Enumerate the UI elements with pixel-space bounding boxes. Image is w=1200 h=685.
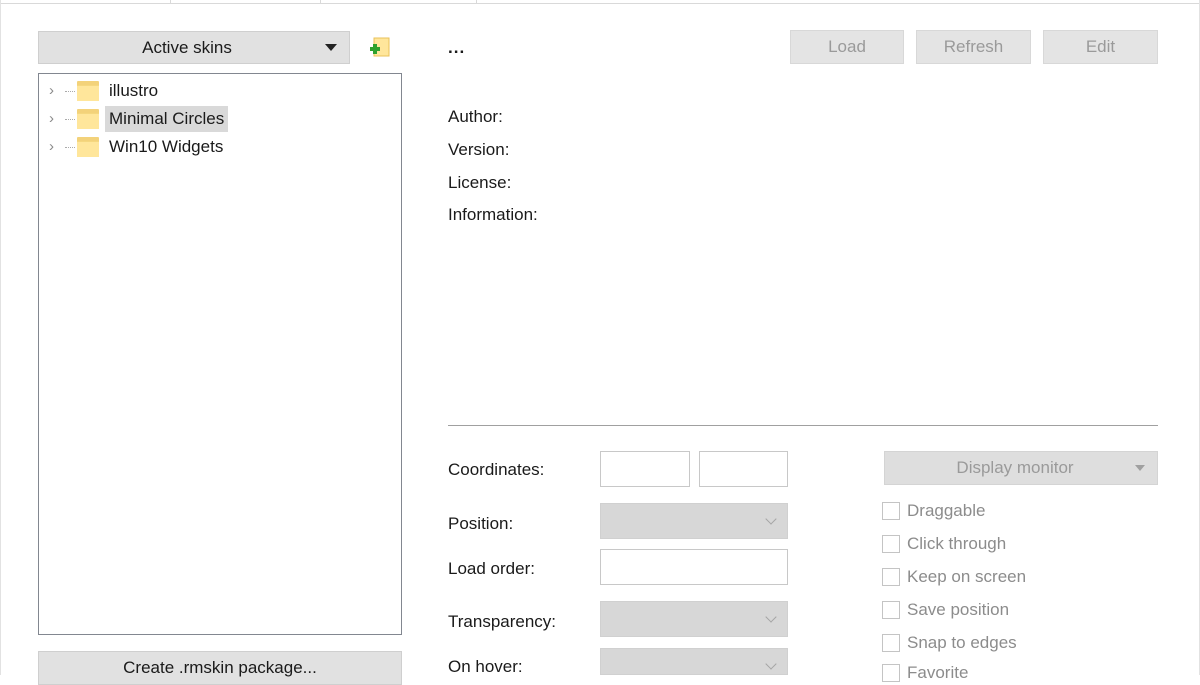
- checkbox-label: Draggable: [907, 501, 986, 520]
- tree-item-minimal-circles[interactable]: › Minimal Circles: [39, 105, 229, 133]
- tree-item-win10-widgets[interactable]: › Win10 Widgets: [39, 133, 227, 161]
- display-monitor-label: Display monitor: [956, 458, 1074, 477]
- transparency-label: Transparency:: [448, 612, 557, 631]
- chevron-right-icon[interactable]: ›: [49, 111, 65, 127]
- on-hover-label: On hover:: [448, 657, 523, 676]
- information-label: Information:: [448, 205, 538, 224]
- refresh-button[interactable]: Refresh: [916, 30, 1031, 64]
- chevron-down-icon: [765, 611, 777, 623]
- chevron-down-icon: [325, 44, 337, 51]
- chevron-down-icon: [765, 658, 777, 670]
- chevron-right-icon[interactable]: ›: [49, 139, 65, 155]
- save-position-checkbox[interactable]: Save position: [882, 600, 1009, 620]
- edit-button[interactable]: Edit: [1043, 30, 1158, 64]
- checkbox-box[interactable]: [882, 502, 900, 520]
- load-order-label: Load order:: [448, 559, 535, 578]
- keep-on-screen-checkbox[interactable]: Keep on screen: [882, 567, 1026, 587]
- skin-title: ...: [448, 38, 466, 57]
- coordinate-x-input[interactable]: [600, 451, 690, 487]
- tree-item-label: illustro: [109, 81, 159, 100]
- position-select[interactable]: [600, 503, 788, 539]
- checkbox-label: Snap to edges: [907, 633, 1017, 652]
- snap-to-edges-checkbox[interactable]: Snap to edges: [882, 633, 1017, 653]
- tree-connector: [65, 90, 75, 92]
- position-label: Position:: [448, 514, 514, 533]
- coordinates-label: Coordinates:: [448, 460, 545, 479]
- skins-tree[interactable]: › illustro › Minimal Circles › Win10 Wid…: [38, 73, 402, 635]
- license-label: License:: [448, 173, 512, 192]
- tree-connector: [65, 118, 75, 120]
- folder-icon: [77, 81, 99, 101]
- folder-icon: [77, 109, 99, 129]
- active-skins-dropdown[interactable]: Active skins: [38, 31, 350, 64]
- checkbox-box[interactable]: [882, 535, 900, 553]
- tab-divider: [476, 0, 477, 4]
- add-skin-icon[interactable]: [368, 36, 392, 60]
- tab-divider: [170, 0, 171, 4]
- checkbox-label: Favorite: [907, 663, 969, 682]
- checkbox-label: Keep on screen: [907, 567, 1027, 586]
- create-rmskin-button[interactable]: Create .rmskin package...: [38, 651, 402, 685]
- on-hover-select[interactable]: [600, 648, 788, 675]
- checkbox-box[interactable]: [882, 664, 900, 682]
- display-monitor-dropdown[interactable]: Display monitor: [884, 451, 1158, 485]
- version-label: Version:: [448, 140, 510, 159]
- coordinate-y-input[interactable]: [699, 451, 788, 487]
- window-border-left: [0, 0, 1, 675]
- tab-strip-edge: [0, 0, 1200, 4]
- tree-item-label: Minimal Circles: [105, 106, 229, 132]
- chevron-down-icon: [1135, 465, 1145, 471]
- checkbox-label: Click through: [907, 534, 1007, 553]
- favorite-checkbox[interactable]: Favorite: [882, 663, 968, 683]
- draggable-checkbox[interactable]: Draggable: [882, 501, 985, 521]
- folder-icon: [77, 137, 99, 157]
- tab-divider: [320, 0, 321, 4]
- active-skins-label: Active skins: [142, 37, 232, 57]
- chevron-down-icon: [765, 513, 777, 525]
- checkbox-box[interactable]: [882, 568, 900, 586]
- author-label: Author:: [448, 107, 503, 126]
- tree-connector: [65, 146, 75, 148]
- checkbox-label: Save position: [907, 600, 1010, 619]
- checkbox-box[interactable]: [882, 634, 900, 652]
- tree-item-illustro[interactable]: › illustro: [39, 77, 162, 105]
- section-divider: [448, 425, 1158, 426]
- click-through-checkbox[interactable]: Click through: [882, 534, 1006, 554]
- load-order-input[interactable]: [600, 549, 788, 585]
- chevron-right-icon[interactable]: ›: [49, 83, 65, 99]
- load-button[interactable]: Load: [790, 30, 904, 64]
- checkbox-box[interactable]: [882, 601, 900, 619]
- tree-item-label: Win10 Widgets: [109, 137, 224, 156]
- transparency-select[interactable]: [600, 601, 788, 637]
